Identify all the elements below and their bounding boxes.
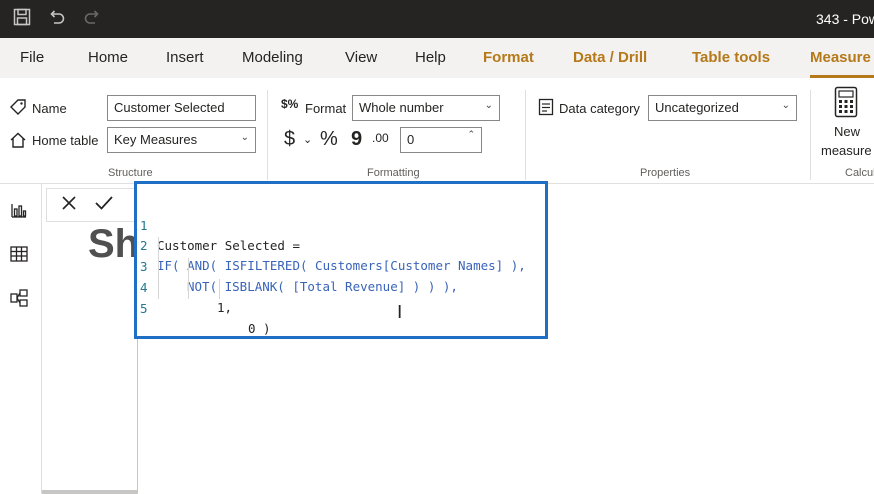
home-table-label: Home table — [32, 133, 99, 148]
redo-icon[interactable] — [83, 8, 101, 31]
name-label: Name — [32, 101, 67, 116]
group-divider — [525, 90, 526, 180]
currency-button[interactable]: $ — [284, 128, 295, 151]
line-number: 5 — [140, 301, 148, 316]
code-line-3: 3 NOT( ISBLANK( [Total Revenue] ) ) ), — [137, 237, 458, 294]
tab-modeling[interactable]: Modeling — [242, 49, 303, 66]
home-table-select[interactable]: Key Measures ⌄ — [107, 127, 256, 153]
measure-name-value: Customer Selected — [114, 100, 225, 115]
tab-measure-tools[interactable]: Measure — [810, 49, 871, 66]
calculator-icon[interactable] — [834, 86, 858, 123]
undo-icon[interactable] — [48, 8, 66, 31]
decimal-places-value: 0 — [407, 132, 415, 147]
tab-table-tools[interactable]: Table tools — [692, 49, 770, 66]
chevron-down-icon[interactable]: ⌄ — [303, 133, 312, 146]
indent-guide — [219, 279, 220, 299]
ribbon-tabs: File Home Insert Modeling View Help Form… — [0, 38, 874, 78]
title-bar: 343 - Pow — [0, 0, 874, 38]
format-select[interactable]: Whole number ⌄ — [352, 95, 500, 121]
code-text: 0 ) — [248, 321, 271, 336]
save-icon[interactable] — [13, 8, 31, 31]
code-line-2: 2 IF( AND( ISFILTERED( Customers[Custome… — [137, 216, 526, 273]
group-divider — [267, 90, 268, 180]
tab-file[interactable]: File — [20, 49, 44, 66]
view-switcher-rail — [0, 184, 42, 494]
data-category-label: Data category — [559, 101, 640, 116]
code-text: 1, — [217, 300, 233, 315]
data-category-icon — [538, 98, 554, 121]
percent-button[interactable]: % — [320, 128, 338, 151]
checkmark-icon[interactable] — [94, 192, 114, 218]
properties-group-label: Properties — [640, 167, 691, 179]
comma-style-button[interactable]: 9 — [351, 128, 362, 151]
code-line-1: 1 Customer Selected = — [137, 196, 300, 253]
measure-name-input[interactable]: Customer Selected — [107, 95, 256, 121]
model-view-icon[interactable] — [9, 288, 29, 308]
chevron-down-icon: ⌄ — [484, 100, 493, 111]
group-divider — [810, 90, 811, 180]
data-view-icon[interactable] — [9, 244, 29, 264]
decimal-places-icon[interactable]: .00 — [372, 131, 389, 145]
home-icon — [9, 131, 27, 154]
chevron-down-icon: ⌄ — [781, 100, 790, 111]
close-icon[interactable] — [60, 192, 78, 218]
tab-help[interactable]: Help — [415, 49, 446, 66]
code-text: Customer Selected = — [157, 238, 300, 253]
code-text: IF( AND( ISFILTERED( Customers[Customer … — [157, 258, 526, 273]
dax-formula-editor[interactable]: 1 Customer Selected = 2 IF( AND( ISFILTE… — [134, 181, 548, 339]
tag-icon — [9, 98, 27, 121]
tab-home[interactable]: Home — [88, 49, 128, 66]
formatting-group-label: Formatting — [367, 167, 420, 179]
report-view-icon[interactable] — [9, 200, 29, 220]
indent-guide — [188, 258, 189, 299]
text-cursor-icon: I — [397, 302, 403, 323]
tab-format[interactable]: Format — [483, 49, 534, 66]
format-label: Format — [305, 101, 347, 116]
spin-up-icon[interactable]: ⌃ — [467, 129, 475, 140]
document-title: 343 - Pow — [816, 11, 874, 27]
format-value: Whole number — [359, 100, 444, 115]
structure-group-label: Structure — [108, 167, 153, 179]
data-category-value: Uncategorized — [655, 100, 739, 115]
data-category-select[interactable]: Uncategorized ⌄ — [648, 95, 797, 121]
format-icon: $% — [281, 97, 299, 111]
canvas-background-title: Sh — [88, 222, 140, 266]
code-text: NOT( ISBLANK( [Total Revenue] ) ) ), — [187, 279, 458, 294]
new-measure-label-line1[interactable]: New — [834, 124, 860, 139]
calculations-group-label: Calcul — [845, 167, 874, 179]
tab-view[interactable]: View — [345, 49, 377, 66]
tab-data-drill[interactable]: Data / Drill — [573, 49, 647, 66]
code-line-4: 4 1, — [137, 258, 232, 315]
indent-guide — [158, 237, 159, 299]
page-scrollbar[interactable] — [42, 490, 138, 494]
decimal-places-input[interactable]: 0 ⌃ — [400, 127, 482, 153]
tab-insert[interactable]: Insert — [166, 49, 204, 66]
new-measure-label-line2[interactable]: measure — [821, 143, 872, 158]
home-table-value: Key Measures — [114, 132, 198, 147]
code-line-5: 5 0 ) — [137, 279, 271, 336]
chevron-down-icon: ⌄ — [240, 132, 249, 143]
